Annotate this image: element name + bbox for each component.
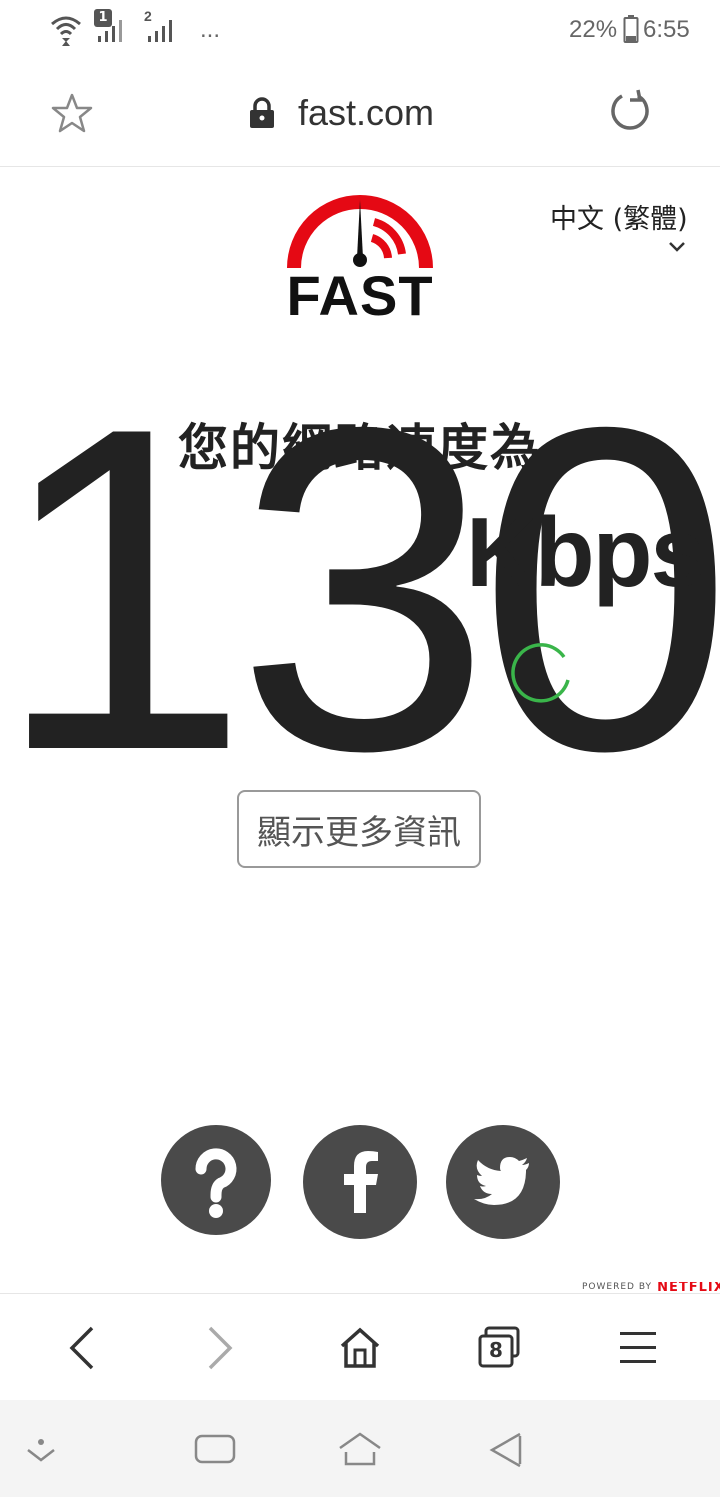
clock: 6:55 bbox=[643, 16, 690, 43]
battery-icon bbox=[623, 15, 639, 43]
system-nav-bar bbox=[0, 1400, 720, 1497]
twitter-button[interactable] bbox=[446, 1125, 560, 1239]
back-icon[interactable] bbox=[64, 1324, 100, 1372]
reload-icon[interactable] bbox=[608, 88, 654, 134]
chevron-down-icon[interactable] bbox=[668, 241, 686, 253]
url-text[interactable]: fast.com bbox=[298, 92, 434, 134]
help-icon bbox=[195, 1148, 237, 1218]
fast-logo[interactable]: FAST bbox=[284, 186, 436, 326]
status-bar: 1 2 ... 22% 6:55 bbox=[0, 0, 720, 62]
home-icon[interactable] bbox=[338, 1326, 382, 1370]
lock-icon bbox=[250, 97, 274, 128]
more-info-button[interactable]: 顯示更多資訊 bbox=[237, 790, 481, 868]
speedometer-icon bbox=[287, 195, 433, 269]
twitter-icon bbox=[474, 1157, 529, 1205]
wifi-icon bbox=[51, 16, 81, 46]
system-home-icon[interactable] bbox=[336, 1430, 384, 1470]
facebook-button[interactable] bbox=[303, 1125, 417, 1239]
signal-sim1-icon bbox=[98, 20, 122, 42]
system-back-icon[interactable] bbox=[486, 1430, 530, 1470]
speed-unit: Kbps bbox=[466, 497, 705, 607]
hide-keyboard-icon[interactable] bbox=[24, 1436, 58, 1466]
battery-percent: 22% bbox=[569, 16, 618, 43]
language-selector[interactable]: 中文 (繁體) bbox=[550, 197, 688, 236]
loading-spinner-icon bbox=[511, 643, 570, 703]
forward-icon[interactable] bbox=[202, 1324, 238, 1372]
signal-sim2-icon bbox=[148, 20, 172, 42]
menu-icon[interactable] bbox=[618, 1328, 658, 1368]
browser-toolbar: 8 bbox=[0, 1293, 720, 1401]
tab-count: 8 bbox=[489, 1338, 503, 1362]
tabs-button[interactable]: 8 bbox=[476, 1326, 522, 1370]
star-icon[interactable] bbox=[50, 92, 94, 134]
more-indicator: ... bbox=[200, 16, 221, 43]
recent-apps-icon[interactable] bbox=[194, 1432, 236, 1466]
help-button[interactable] bbox=[161, 1125, 271, 1235]
powered-by-label: POWERED BY bbox=[582, 1282, 653, 1292]
facebook-icon bbox=[344, 1151, 378, 1213]
logo-text: FAST bbox=[286, 264, 434, 327]
